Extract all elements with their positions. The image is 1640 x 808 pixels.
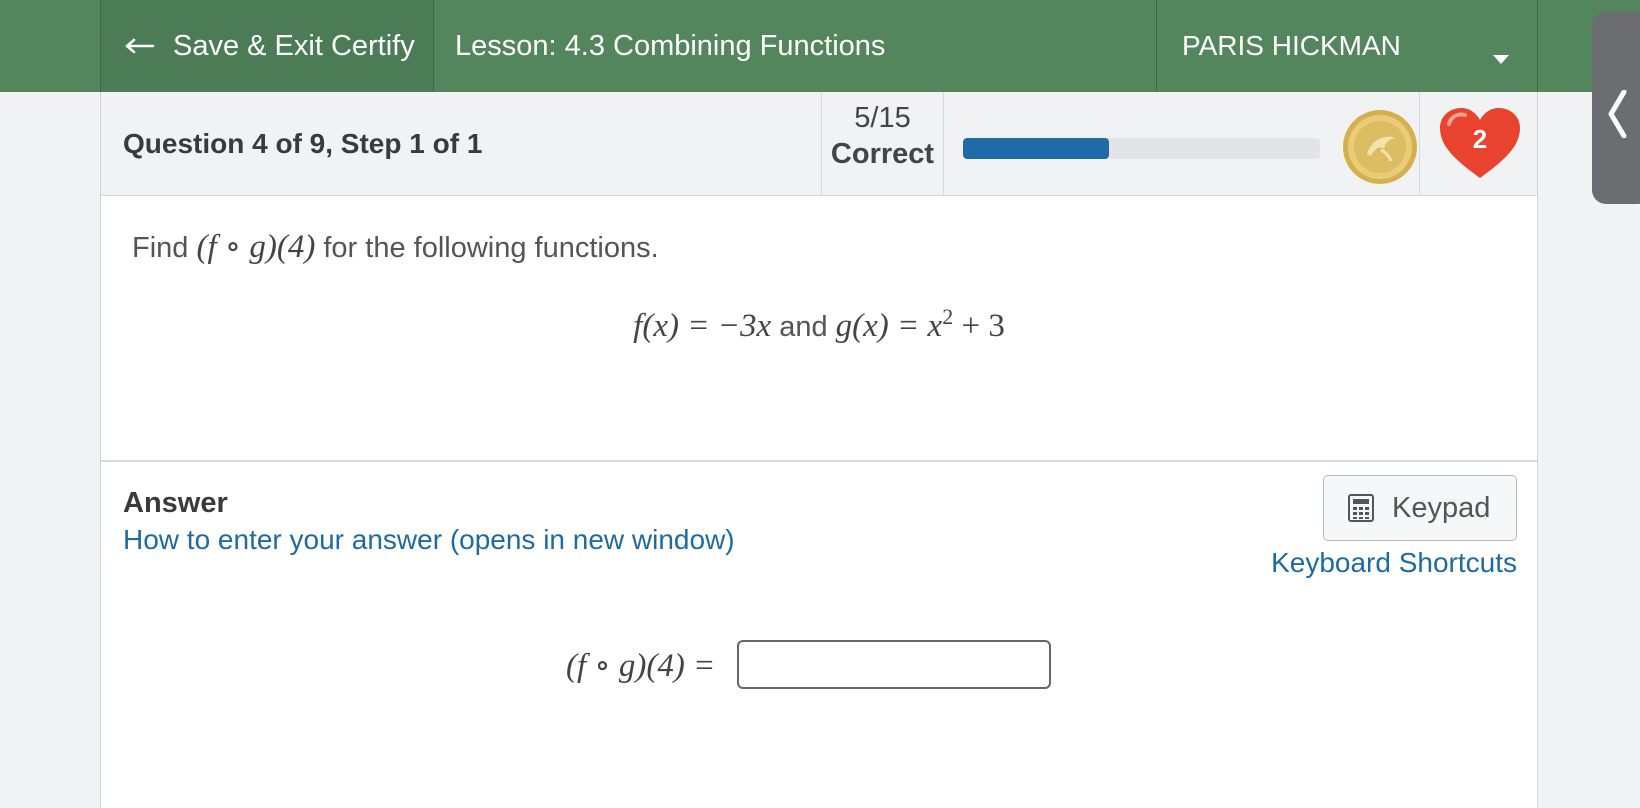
answer-input[interactable] — [737, 640, 1052, 689]
arrow-left-icon — [125, 38, 155, 54]
g-definition: g(x) = x2 + 3 — [835, 304, 1005, 344]
answer-lhs: (f ∘ g)(4) = — [566, 647, 716, 684]
prompt-expr-lhs: (f — [196, 229, 217, 265]
top-bar: Save & Exit Certify Lesson: 4.3 Combinin… — [0, 0, 1640, 92]
prompt-expression: (f ∘ g)(4) — [196, 229, 315, 265]
save-exit-label: Save & Exit Certify — [173, 29, 415, 62]
lesson-title: Lesson: 4.3 Combining Functions — [455, 29, 886, 62]
g-exponent: 2 — [942, 304, 954, 329]
status-bar: Question 4 of 9, Step 1 of 1 5/15 Correc… — [101, 92, 1537, 196]
question-prompt: Find (f ∘ g)(4) for the following functi… — [132, 226, 659, 266]
answer-heading: Answer — [123, 487, 228, 519]
score-fraction: 5/15 — [854, 102, 911, 134]
calculator-icon — [1348, 494, 1374, 522]
progress-fill — [963, 138, 1110, 159]
user-menu-button[interactable]: PARIS HICKMAN — [1156, 0, 1538, 92]
progress-bar — [963, 138, 1320, 159]
connector-text: and — [779, 311, 828, 343]
f-def-text: f(x) = −3x — [633, 308, 772, 344]
prompt-expr-op: ∘ — [224, 229, 242, 265]
score-label: Correct — [830, 138, 935, 170]
user-name: PARIS HICKMAN — [1182, 30, 1401, 61]
prompt-expr-rhs: g)(4) — [249, 229, 316, 265]
hearts-count: 2 — [1473, 124, 1487, 154]
how-to-enter-link[interactable]: How to enter your answer (opens in new w… — [123, 524, 735, 556]
g-tail-text: + 3 — [961, 308, 1005, 344]
question-counter: Question 4 of 9, Step 1 of 1 — [123, 127, 483, 159]
chevron-left-icon — [1608, 90, 1627, 138]
keypad-label: Keypad — [1392, 491, 1491, 524]
question-card: Question 4 of 9, Step 1 of 1 5/15 Correc… — [100, 92, 1538, 808]
keypad-button[interactable]: Keypad — [1323, 475, 1517, 541]
side-panel-toggle[interactable] — [1592, 12, 1640, 204]
coin-icon[interactable] — [1341, 108, 1419, 191]
keyboard-shortcuts-link[interactable]: Keyboard Shortcuts — [1271, 547, 1517, 579]
f-definition: f(x) = −3x — [633, 308, 771, 344]
prompt-before: Find — [132, 232, 189, 264]
score-box: 5/15 Correct — [821, 92, 944, 195]
prompt-after: for the following functions. — [323, 232, 659, 264]
question-prompt-area: Find (f ∘ g)(4) for the following functi… — [101, 196, 1537, 462]
function-definitions: f(x) = −3x and g(x) = x2 + 3 — [101, 304, 1537, 345]
answer-row: (f ∘ g)(4) = — [566, 640, 1052, 689]
save-exit-button[interactable]: Save & Exit Certify — [100, 0, 434, 92]
caret-down-icon — [1493, 40, 1509, 72]
status-divider — [1419, 92, 1420, 195]
g-def-text: g(x) = x — [835, 308, 943, 344]
heart-icon: 2 — [1437, 106, 1523, 187]
